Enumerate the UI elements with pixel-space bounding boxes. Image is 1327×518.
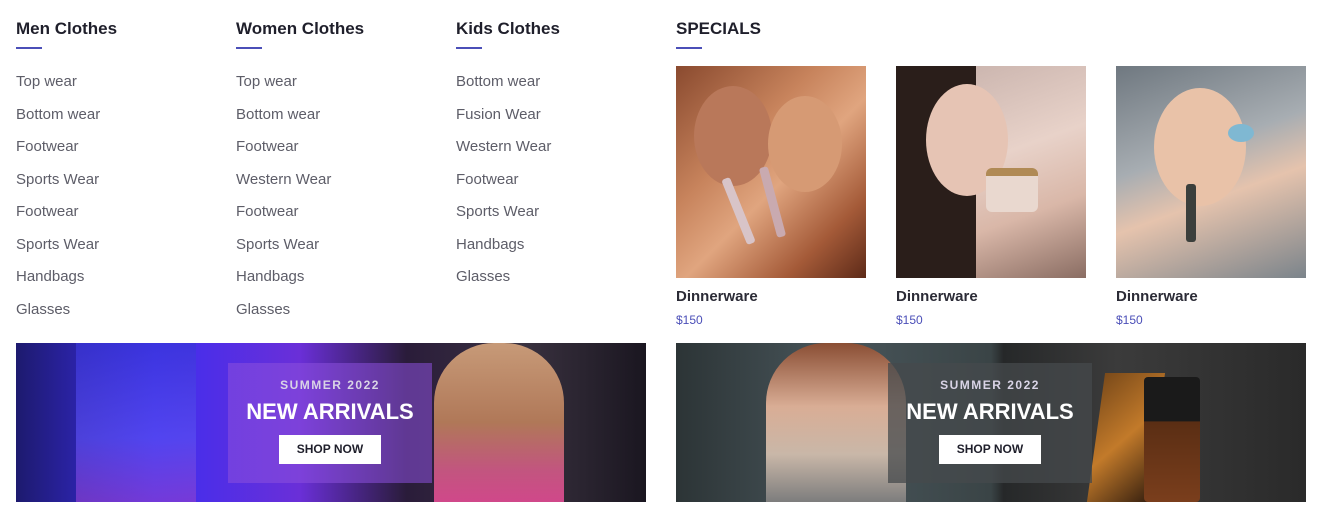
menu-link-handbags[interactable]: Handbags xyxy=(236,266,436,299)
menu-link-glasses[interactable]: Glasses xyxy=(236,299,436,332)
lipstick xyxy=(1186,184,1196,242)
banner-kicker: SUMMER 2022 xyxy=(940,378,1040,392)
promo-banner-right[interactable]: SUMMER 2022 NEW ARRIVALS SHOP NOW xyxy=(676,343,1306,502)
title-underline xyxy=(236,47,262,49)
men-clothes-title: Men Clothes xyxy=(16,19,118,38)
model-figure xyxy=(766,343,906,502)
women-clothes-title: Women Clothes xyxy=(236,19,365,38)
model-face-shape xyxy=(768,96,842,192)
kids-clothes-column: Kids Clothes Bottom wear Fusion Wear Wes… xyxy=(456,18,656,299)
menu-link-glasses[interactable]: Glasses xyxy=(456,266,656,299)
menu-link-footwear[interactable]: Footwear xyxy=(236,201,436,234)
title-underline xyxy=(456,47,482,49)
cream-jar xyxy=(986,168,1038,212)
men-clothes-menu: Top wear Bottom wear Footwear Sports Wea… xyxy=(16,71,216,331)
specials-title: SPECIALS xyxy=(676,19,762,38)
product-name[interactable]: Dinnerware xyxy=(896,287,1086,307)
lip-gloss-tube xyxy=(721,176,756,246)
men-clothes-column: Men Clothes Top wear Bottom wear Footwea… xyxy=(16,18,216,331)
model-figure xyxy=(434,343,564,502)
makeup-sponge xyxy=(1228,124,1254,142)
title-underline xyxy=(676,47,702,49)
women-clothes-menu: Top wear Bottom wear Footwear Western We… xyxy=(236,71,436,331)
model-face-shape xyxy=(1154,88,1246,206)
specials-section: SPECIALS Dinnerware $150 Dinnerware $150 xyxy=(676,18,1316,328)
menu-link-bottom-wear[interactable]: Bottom wear xyxy=(16,104,216,137)
menu-link-bottom-wear[interactable]: Bottom wear xyxy=(456,71,656,104)
menu-link-sports-wear[interactable]: Sports Wear xyxy=(236,234,436,267)
banner-kicker: SUMMER 2022 xyxy=(280,378,380,392)
women-clothes-column: Women Clothes Top wear Bottom wear Footw… xyxy=(236,18,436,331)
shop-now-button[interactable]: SHOP NOW xyxy=(279,435,381,464)
foundation-bottle xyxy=(1144,377,1200,502)
product-image[interactable] xyxy=(676,66,866,278)
product-name[interactable]: Dinnerware xyxy=(676,287,866,307)
menu-link-sports-wear[interactable]: Sports Wear xyxy=(456,201,656,234)
menu-link-western-wear[interactable]: Western Wear xyxy=(456,136,656,169)
shop-now-button[interactable]: SHOP NOW xyxy=(939,435,1041,464)
menu-link-fusion-wear[interactable]: Fusion Wear xyxy=(456,104,656,137)
menu-link-footwear[interactable]: Footwear xyxy=(456,169,656,202)
menu-link-handbags[interactable]: Handbags xyxy=(456,234,656,267)
title-underline xyxy=(16,47,42,49)
kids-clothes-menu: Bottom wear Fusion Wear Western Wear Foo… xyxy=(456,71,656,299)
menu-link-footwear[interactable]: Footwear xyxy=(236,136,436,169)
product-image[interactable] xyxy=(896,66,1086,278)
menu-link-bottom-wear[interactable]: Bottom wear xyxy=(236,104,436,137)
banner-overlay: SUMMER 2022 NEW ARRIVALS SHOP NOW xyxy=(888,363,1092,483)
menu-link-top-wear[interactable]: Top wear xyxy=(16,71,216,104)
banner-title: NEW ARRIVALS xyxy=(246,399,414,424)
menu-link-top-wear[interactable]: Top wear xyxy=(236,71,436,104)
specials-product-list: Dinnerware $150 Dinnerware $150 Dinnerwa… xyxy=(676,66,1316,328)
menu-link-sports-wear[interactable]: Sports Wear xyxy=(16,169,216,202)
menu-link-footwear[interactable]: Footwear xyxy=(16,136,216,169)
menu-link-handbags[interactable]: Handbags xyxy=(16,266,216,299)
building-shape xyxy=(76,343,196,502)
product-card[interactable]: Dinnerware $150 xyxy=(676,66,866,328)
product-price: $150 xyxy=(896,313,923,327)
promo-banner-left[interactable]: SUMMER 2022 NEW ARRIVALS SHOP NOW xyxy=(16,343,646,502)
banner-overlay: SUMMER 2022 NEW ARRIVALS SHOP NOW xyxy=(228,363,432,483)
menu-link-sports-wear[interactable]: Sports Wear xyxy=(16,234,216,267)
kids-clothes-title: Kids Clothes xyxy=(456,19,560,38)
banner-title: NEW ARRIVALS xyxy=(906,399,1074,424)
menu-link-western-wear[interactable]: Western Wear xyxy=(236,169,436,202)
product-card[interactable]: Dinnerware $150 xyxy=(896,66,1086,328)
menu-link-footwear[interactable]: Footwear xyxy=(16,201,216,234)
product-price: $150 xyxy=(1116,313,1143,327)
product-price: $150 xyxy=(676,313,703,327)
menu-link-glasses[interactable]: Glasses xyxy=(16,299,216,332)
product-card[interactable]: Dinnerware $150 xyxy=(1116,66,1306,328)
product-image[interactable] xyxy=(1116,66,1306,278)
product-name[interactable]: Dinnerware xyxy=(1116,287,1306,307)
